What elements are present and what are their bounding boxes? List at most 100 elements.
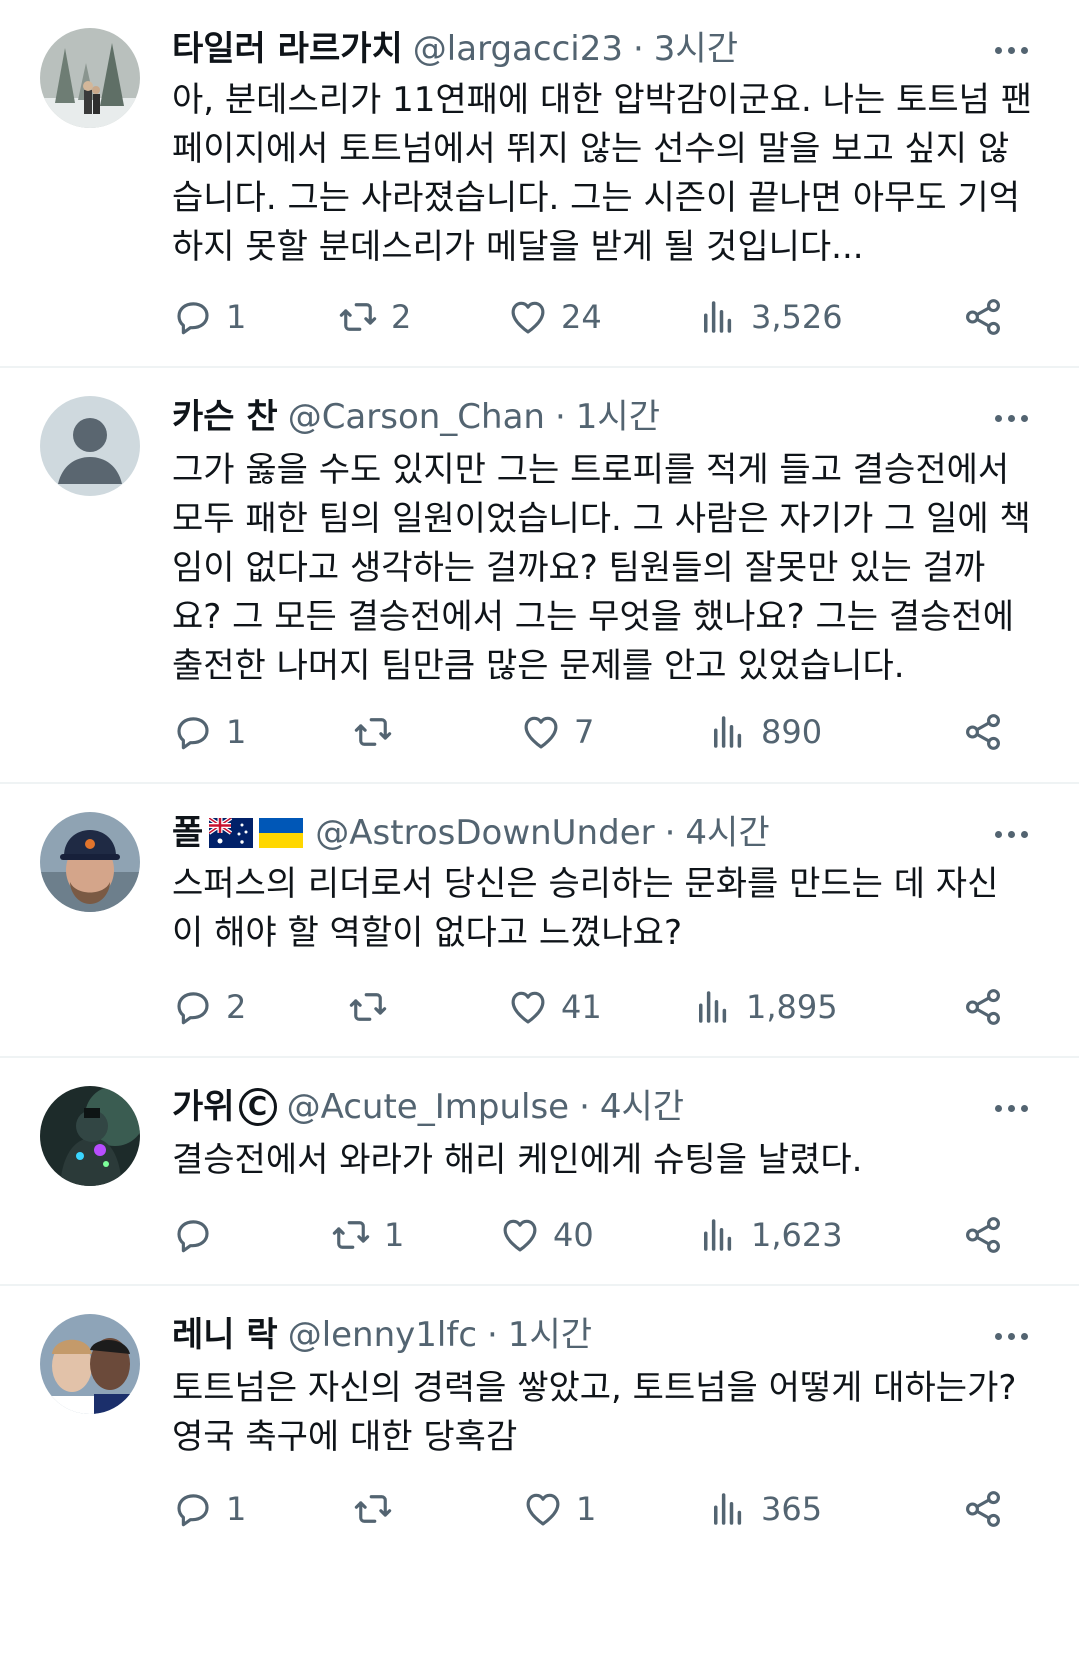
more-options-icon[interactable] <box>983 398 1039 438</box>
share-button[interactable] <box>962 1210 1004 1260</box>
avatar[interactable] <box>40 1314 140 1414</box>
ukraine-flag-icon <box>259 818 304 848</box>
view-count: 3,526 <box>751 298 843 336</box>
timestamp[interactable]: 4시간 <box>600 1084 684 1130</box>
timestamp[interactable]: 3시간 <box>654 26 738 72</box>
user-handle[interactable]: @lenny1lfc <box>288 1312 477 1358</box>
retweet-button[interactable] <box>352 707 406 757</box>
reply-button[interactable]: 1 <box>172 292 246 342</box>
retweet-button[interactable]: 2 <box>337 292 411 342</box>
like-button[interactable]: 7 <box>520 707 594 757</box>
like-button[interactable]: 41 <box>507 982 602 1032</box>
retweet-icon <box>354 1495 392 1523</box>
flag-emojis <box>209 818 304 848</box>
timestamp[interactable]: 1시간 <box>576 394 660 440</box>
heart-icon <box>511 991 545 1024</box>
bar-chart-icon <box>704 301 732 333</box>
like-button[interactable]: 1 <box>522 1484 596 1534</box>
views-button[interactable]: 890 <box>707 707 822 757</box>
share-icon <box>966 1491 1000 1527</box>
tweet-header: 카슨 찬 @Carson_Chan · 1시간 <box>172 394 660 440</box>
tweet-actions: 1 40 1,623 <box>172 1210 1042 1260</box>
snowy-forest-avatar <box>40 28 140 128</box>
display-name[interactable]: 카슨 찬 <box>172 394 278 440</box>
view-count: 890 <box>761 713 823 751</box>
tweet-header: 레니 락 @lenny1lfc · 1시간 <box>172 1312 592 1358</box>
display-name[interactable]: 폴 <box>172 810 203 856</box>
like-count: 41 <box>561 988 602 1026</box>
avatar[interactable] <box>40 396 140 496</box>
separator-dot: · <box>554 397 566 437</box>
share-button[interactable] <box>962 1484 1004 1534</box>
user-handle[interactable]: @Acute_Impulse <box>287 1084 570 1130</box>
retweet-icon <box>349 993 387 1021</box>
tweet-text: 아, 분데스리가 11연패에 대한 압박감이군요. 나는 토트넘 팬 페이지에서… <box>172 80 1032 267</box>
avatar[interactable] <box>40 1086 140 1186</box>
separator-dot: · <box>632 29 644 69</box>
retweet-button[interactable] <box>352 1484 406 1534</box>
more-options-icon[interactable] <box>983 30 1039 70</box>
reply-count: 1 <box>226 713 247 751</box>
like-button[interactable]: 40 <box>499 1210 594 1260</box>
retweet-icon <box>354 718 392 746</box>
views-button[interactable]: 365 <box>707 1484 822 1534</box>
reply-count: 1 <box>226 1490 247 1528</box>
copyright-emoji-icon: C <box>238 1088 277 1126</box>
reply-button[interactable] <box>172 1210 226 1260</box>
bar-chart-icon <box>699 991 727 1023</box>
heart-icon <box>524 716 558 749</box>
reply-count: 1 <box>226 298 247 336</box>
reply-button[interactable]: 1 <box>172 1484 246 1534</box>
neon-figure-avatar <box>40 1086 140 1186</box>
tweet[interactable]: 가위 C @Acute_Impulse · 4시간 결승전에서 와라가 해리 케… <box>0 1058 1079 1284</box>
display-name[interactable]: 레니 락 <box>172 1312 278 1358</box>
display-name[interactable]: 가위 <box>172 1084 235 1130</box>
timestamp[interactable]: 4시간 <box>685 810 769 856</box>
tweet[interactable]: 레니 락 @lenny1lfc · 1시간 토트넘은 자신의 경력을 쌓았고, … <box>0 1286 1079 1675</box>
avatar[interactable] <box>40 28 140 128</box>
user-handle[interactable]: @Carson_Chan <box>288 394 545 440</box>
display-name[interactable]: 타일러 라르가치 <box>172 26 403 72</box>
more-options-icon[interactable] <box>983 814 1039 854</box>
tweet-actions: 1 1 365 <box>172 1484 1042 1534</box>
tweet[interactable]: 카슨 찬 @Carson_Chan · 1시간 그가 옳을 수도 있지만 그는 … <box>0 368 1079 782</box>
share-button[interactable] <box>962 707 1004 757</box>
tweet-header: 가위 C @Acute_Impulse · 4시간 <box>172 1084 684 1130</box>
heart-icon <box>503 1219 537 1252</box>
tweet[interactable]: 폴 @AstrosDownUnder · 4시간 스퍼스의 리더로서 당신은 승… <box>0 784 1079 1056</box>
like-count: 7 <box>574 713 595 751</box>
retweet-button[interactable]: 1 <box>330 1210 404 1260</box>
user-handle[interactable]: @largacci23 <box>413 26 623 72</box>
retweet-button[interactable] <box>347 982 401 1032</box>
views-button[interactable]: 3,526 <box>697 292 843 342</box>
like-count: 1 <box>576 1490 597 1528</box>
tweet[interactable]: 타일러 라르가치 @largacci23 · 3시간 아, 분데스리가 11연패… <box>0 0 1079 366</box>
share-button[interactable] <box>962 982 1004 1032</box>
separator-dot: · <box>487 1315 498 1355</box>
like-button[interactable]: 24 <box>507 292 602 342</box>
views-button[interactable]: 1,895 <box>692 982 838 1032</box>
user-handle[interactable]: @AstrosDownUnder <box>315 810 654 856</box>
tweet-text: 결승전에서 와라가 해리 케인에게 슈팅을 날렸다. <box>172 1140 863 1180</box>
cap-man-avatar <box>40 812 140 912</box>
reply-icon <box>177 1220 209 1253</box>
separator-dot: · <box>579 1087 590 1127</box>
more-options-icon[interactable] <box>983 1088 1039 1128</box>
tweet-actions: 1 2 24 3,526 <box>172 292 1042 342</box>
view-count: 365 <box>761 1490 823 1528</box>
share-icon <box>966 989 1000 1025</box>
retweet-icon <box>332 1221 370 1249</box>
reply-button[interactable]: 1 <box>172 707 246 757</box>
share-icon <box>966 714 1000 750</box>
reply-icon <box>177 1494 209 1527</box>
share-button[interactable] <box>962 292 1004 342</box>
avatar[interactable] <box>40 812 140 912</box>
reply-button[interactable]: 2 <box>172 982 246 1032</box>
heart-icon <box>511 301 545 334</box>
more-options-icon[interactable] <box>983 1316 1039 1356</box>
views-button[interactable]: 1,623 <box>697 1210 843 1260</box>
tweet-text: 토트넘은 자신의 경력을 쌓았고, 토트넘을 어떻게 대하는가? 영국 축구에 … <box>172 1368 1017 1457</box>
timestamp[interactable]: 1시간 <box>508 1312 592 1358</box>
two-players-avatar <box>40 1314 140 1414</box>
bar-chart-icon <box>714 1493 742 1525</box>
